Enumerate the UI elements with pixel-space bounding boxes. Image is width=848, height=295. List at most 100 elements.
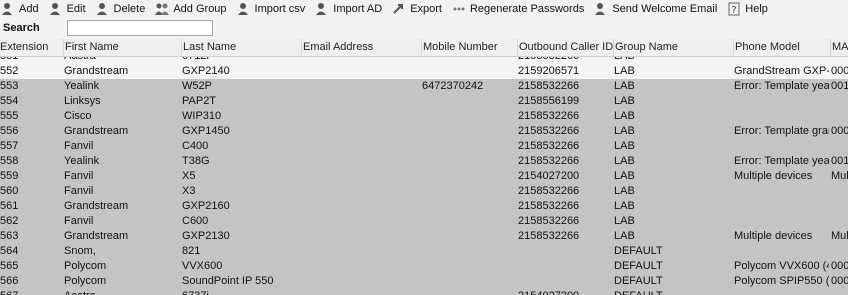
table-cell xyxy=(302,244,420,259)
table-cell xyxy=(422,199,516,214)
table-cell: Mult xyxy=(831,230,848,242)
add-group-button[interactable]: Add Group xyxy=(154,0,229,17)
table-cell: 2158532266 xyxy=(518,155,580,167)
table-cell xyxy=(734,214,829,229)
table-cell xyxy=(734,244,829,259)
table-row[interactable]: 560 Fanvil X3 2158532266 LAB xyxy=(0,184,848,199)
table-cell xyxy=(302,184,420,199)
add-group-label: Add Group xyxy=(173,2,227,15)
table-row[interactable]: 559 Fanvil X5 2154027200 LAB Multiple devices… xyxy=(0,169,848,184)
add-button[interactable]: Add xyxy=(0,0,42,17)
table-cell: GXP2160 xyxy=(182,200,230,212)
table-cell: LAB xyxy=(614,155,635,167)
table-cell xyxy=(831,289,848,295)
column-header[interactable]: MAC xyxy=(830,39,848,56)
table-cell: 2158532266 xyxy=(518,140,580,152)
export-button[interactable]: Export xyxy=(391,0,445,17)
table-cell: 562 xyxy=(0,215,19,227)
table-cell: LAB xyxy=(614,140,635,152)
table-cell: LAB xyxy=(614,65,635,77)
edit-button[interactable]: Edit xyxy=(48,0,89,17)
table-cell xyxy=(734,94,829,109)
table-cell xyxy=(302,274,420,289)
table-cell: Fanvil xyxy=(64,170,94,182)
table-row[interactable]: 555 Cisco WIP310 2158532266 LAB xyxy=(0,109,848,124)
table-cell: 2158532266 xyxy=(518,200,580,212)
regenerate-passwords-button[interactable]: Regenerate Passwords xyxy=(451,0,587,17)
table-cell xyxy=(831,244,848,259)
table-row[interactable]: 556 Grandstream GXP1450 2158532266 LAB Error:… xyxy=(0,124,848,139)
table-cell: 6737i xyxy=(182,289,300,295)
column-header[interactable]: Mobile Number xyxy=(421,39,517,56)
table-cell: Error: Template grandst xyxy=(734,125,829,137)
table-row[interactable]: 552 Grandstream GXP2140 2159206571 LAB GrandS… xyxy=(0,64,848,79)
table-cell: 2154027200 xyxy=(518,289,612,295)
toolbar: Add Edit Delete Add Group Import csv Imp… xyxy=(0,0,848,17)
table-cell: DEFAULT xyxy=(614,260,663,272)
table-cell xyxy=(831,199,848,214)
table-cell: 0004 xyxy=(831,275,848,287)
table-row[interactable]: 553 Yealink W52P 6472370242 2158532266 LAB Err… xyxy=(0,79,848,94)
column-header[interactable]: Phone Model xyxy=(733,39,830,56)
table-cell: X5 xyxy=(182,170,196,182)
column-header[interactable]: Email Address xyxy=(301,39,421,56)
table-row[interactable]: 554 Linksys PAP2T 2158556199 LAB xyxy=(0,94,848,109)
column-header[interactable]: Extension xyxy=(0,39,63,56)
table-row[interactable]: 564 Snom, 821 DEFAULT xyxy=(0,244,848,259)
table-cell xyxy=(422,214,516,229)
table-cell: 565 xyxy=(0,260,19,272)
table-row[interactable]: 558 Yealink T38G 2158532266 LAB Error: Templa… xyxy=(0,154,848,169)
table-cell: Fanvil xyxy=(64,185,94,197)
table-cell: LAB xyxy=(614,185,635,197)
table-cell: Snom, xyxy=(64,245,96,257)
table-cell xyxy=(422,259,516,274)
column-header[interactable]: Group Name xyxy=(613,39,733,56)
table-cell xyxy=(831,109,848,124)
table-row[interactable]: 565 Polycom VVX600 DEFAULT Polycom VVX600 (4… xyxy=(0,259,848,274)
table-cell xyxy=(734,199,829,214)
table-row[interactable]: 566 Polycom SoundPoint IP 550 DEFAULT Polyco… xyxy=(0,274,848,289)
import-csv-button[interactable]: Import csv xyxy=(236,0,309,17)
delete-user-icon xyxy=(95,2,111,16)
table-cell: VVX600 xyxy=(182,260,223,272)
table-cell: 0015 xyxy=(831,155,848,167)
table-cell: Linksys xyxy=(64,95,101,107)
table-cell: X3 xyxy=(182,185,196,197)
table-row[interactable]: 557 Fanvil C400 2158532266 LAB xyxy=(0,139,848,154)
export-label: Export xyxy=(410,2,442,15)
send-welcome-email-button[interactable]: Send Welcome Email xyxy=(593,0,720,17)
users-grid: Extension First Name Last Name Email Addres… xyxy=(0,39,848,295)
table-cell: 558 xyxy=(0,155,19,167)
column-header[interactable]: Last Name xyxy=(181,39,301,56)
table-cell xyxy=(302,289,420,295)
table-cell: Grandstream xyxy=(64,230,129,242)
table-row[interactable]: 563 Grandstream GXP2130 2158532266 LAB Multip… xyxy=(0,229,848,244)
table-cell: SoundPoint IP 550 xyxy=(182,275,274,287)
help-button[interactable]: ? Help xyxy=(726,0,771,17)
send-welcome-email-label: Send Welcome Email xyxy=(612,2,718,15)
table-cell xyxy=(302,259,420,274)
table-cell: LAB xyxy=(614,80,635,92)
table-row[interactable]: 562 Fanvil C600 2158532266 LAB xyxy=(0,214,848,229)
column-header[interactable]: First Name xyxy=(63,39,181,56)
table-cell xyxy=(422,109,516,124)
table-cell: 2159206571 xyxy=(518,65,580,77)
table-cell: 553 xyxy=(0,80,19,92)
table-cell: Fanvil xyxy=(64,215,94,227)
table-row[interactable]: 567Aastra6737i 2154027200DEFAULT xyxy=(0,289,848,295)
table-row[interactable]: 561 Grandstream GXP2160 2158532266 LAB xyxy=(0,199,848,214)
table-cell xyxy=(734,289,829,295)
table-cell: 2158532266 xyxy=(518,80,580,92)
table-cell: WIP310 xyxy=(182,110,222,122)
column-header[interactable]: Outbound Caller ID xyxy=(517,39,613,56)
delete-button[interactable]: Delete xyxy=(95,0,149,17)
table-cell: PAP2T xyxy=(182,95,217,107)
table-cell xyxy=(302,169,420,184)
search-input[interactable] xyxy=(67,20,213,36)
table-cell: Error: Template yealink' xyxy=(734,155,829,167)
table-cell: 554 xyxy=(0,95,19,107)
grid-body: 551Aastra6712i2158532266LAB552Grandstrea… xyxy=(0,49,848,295)
table-cell xyxy=(302,109,420,124)
import-ad-button[interactable]: Import AD xyxy=(314,0,385,17)
table-cell xyxy=(422,124,516,139)
